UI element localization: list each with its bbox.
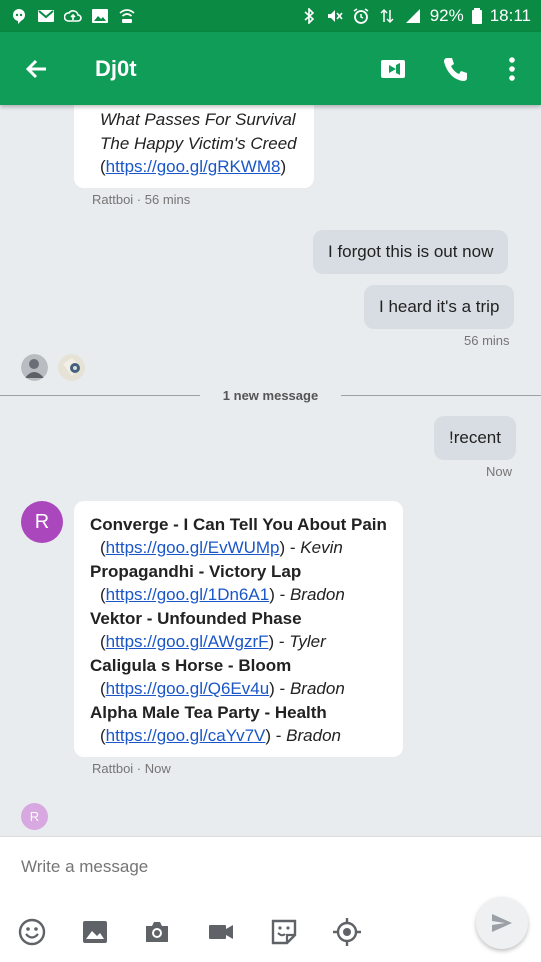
sticker-icon[interactable] — [269, 917, 299, 947]
avatar[interactable]: R — [21, 501, 63, 543]
phone-call-icon[interactable] — [441, 54, 471, 84]
outgoing-message[interactable]: I forgot this is out now — [313, 230, 509, 274]
track-link[interactable]: https://goo.gl/caYv7V — [106, 726, 266, 745]
outgoing-message[interactable]: !recent — [434, 416, 516, 460]
data-icon — [380, 8, 394, 24]
recommended-by: Bradon — [286, 726, 341, 745]
message-line: The Happy Victim's Creed — [100, 134, 297, 153]
link-suffix: ) - — [269, 585, 286, 604]
track-title: Vektor - Unfounded Phase — [90, 609, 302, 628]
new-message-divider: 1 new message — [222, 388, 319, 403]
bluetooth-icon — [304, 8, 314, 24]
back-arrow-icon[interactable] — [22, 54, 52, 84]
battery-icon — [471, 8, 482, 24]
track-title: Alpha Male Tea Party - Health — [90, 703, 327, 722]
read-receipt-avatar — [58, 354, 85, 381]
camera-icon[interactable] — [142, 917, 172, 947]
message-input[interactable]: Write a message — [21, 857, 148, 877]
send-button[interactable] — [476, 897, 528, 949]
signal-icon — [405, 9, 420, 23]
alarm-icon — [353, 8, 369, 24]
track-link[interactable]: https://goo.gl/EvWUMp — [106, 538, 280, 557]
status-bar: 92% 18:11 — [0, 0, 541, 32]
clock: 18:11 — [489, 6, 531, 25]
track-link-line: (https://goo.gl/caYv7V) - Bradon — [100, 726, 400, 746]
outgoing-meta: Now — [486, 464, 513, 479]
send-icon — [492, 914, 512, 932]
location-icon[interactable] — [332, 917, 362, 947]
track-title: Propagandhi - Victory Lap — [90, 562, 302, 581]
recommended-by: Bradon — [289, 679, 345, 698]
track-link[interactable]: https://goo.gl/AWgzrF — [106, 632, 269, 651]
app-bar: Dj0t — [0, 32, 541, 105]
mute-icon — [327, 10, 343, 22]
message-line: What Passes For Survival — [100, 110, 296, 129]
message-meta: Rattboi · Now — [92, 761, 171, 776]
recommended-by: Bradon — [289, 585, 345, 604]
link-suffix: ) - — [279, 538, 296, 557]
video-call-icon[interactable] — [378, 54, 408, 84]
track-link-line: (https://goo.gl/EvWUMp) - Kevin — [100, 538, 400, 558]
message-link-line: (https://goo.gl/gRKWM8) — [100, 157, 286, 177]
more-options-icon[interactable] — [497, 54, 527, 84]
track-link[interactable]: https://goo.gl/Q6Ev4u — [106, 679, 270, 698]
track-link-line: (https://goo.gl/AWgzrF) - Tyler — [100, 632, 400, 652]
battery-percent: 92% — [429, 6, 464, 25]
wifi-hotspot-icon — [119, 9, 135, 23]
paren-close: ) — [280, 157, 287, 176]
image-notification-icon — [92, 9, 108, 23]
link-suffix: ) - — [269, 679, 286, 698]
compose-bar: Write a message — [0, 836, 541, 962]
read-receipt-avatar — [21, 354, 48, 381]
track-link[interactable]: https://goo.gl/1Dn6A1 — [106, 585, 270, 604]
recommended-by: Kevin — [300, 538, 343, 557]
track-link-line: (https://goo.gl/Q6Ev4u) - Bradon — [100, 679, 400, 699]
track-link-line: (https://goo.gl/1Dn6A1) - Bradon — [100, 585, 400, 605]
gallery-icon[interactable] — [80, 917, 110, 947]
link-suffix: ) - — [268, 632, 285, 651]
gmail-notification-icon — [38, 10, 54, 22]
track-title: Converge - I Can Tell You About Pain — [90, 515, 387, 534]
hangouts-notification-icon — [13, 9, 25, 24]
link-suffix: ) - — [265, 726, 282, 745]
message-link[interactable]: https://goo.gl/gRKWM8 — [106, 157, 281, 176]
track-title: Caligula s Horse - Bloom — [90, 656, 292, 675]
message-meta: Rattboi · 56 mins — [92, 192, 191, 207]
conversation-title: Dj0t — [95, 56, 137, 81]
video-icon[interactable] — [206, 917, 236, 947]
cloud-upload-icon — [64, 10, 82, 22]
emoji-icon[interactable] — [17, 917, 47, 947]
typing-avatar: R — [21, 803, 48, 830]
outgoing-meta: 56 mins — [464, 333, 510, 348]
outgoing-message[interactable]: I heard it's a trip — [364, 285, 515, 329]
recommended-by: Tyler — [289, 632, 326, 651]
